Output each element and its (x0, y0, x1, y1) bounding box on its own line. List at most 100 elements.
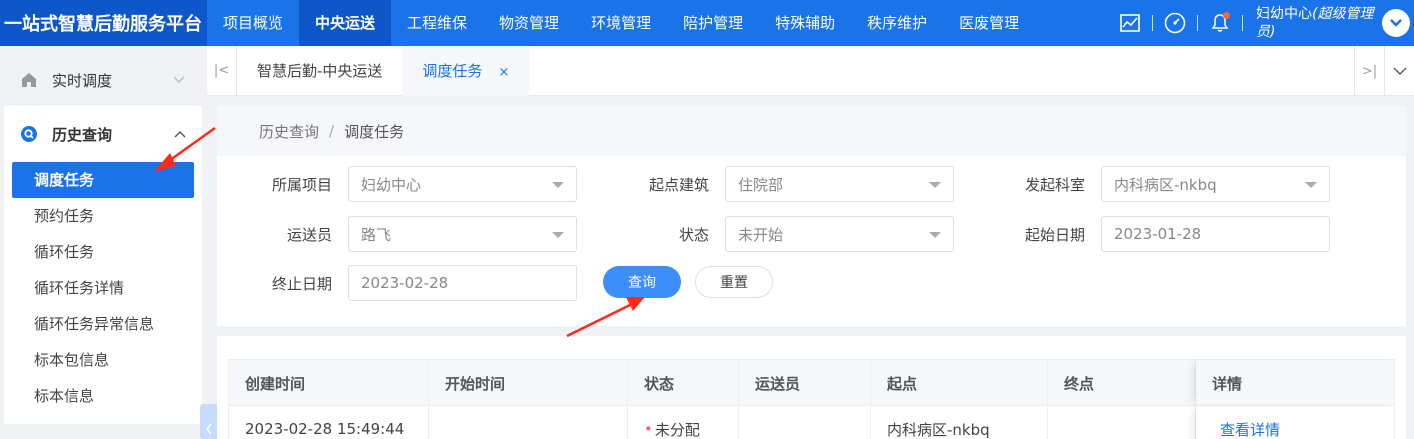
caret-down-icon (1305, 182, 1317, 188)
building-select[interactable]: 住院部 (725, 166, 954, 202)
top-right-tools: 妇幼中心(超级管理员) (1119, 0, 1414, 46)
sidebar-item-cyclic-tasks[interactable]: 循环任务 (4, 234, 202, 270)
nav-item-overview[interactable]: 项目概览 (207, 0, 299, 46)
col-origin: 起点 (871, 360, 1048, 406)
cell-destination (1048, 406, 1196, 439)
start-date-value: 2023-01-28 (1114, 225, 1202, 243)
bell-icon[interactable] (1209, 12, 1231, 34)
tabs-menu-chevron-down-icon[interactable] (1384, 46, 1414, 96)
department-select[interactable]: 内科病区-nkbq (1101, 166, 1330, 202)
nav-item-medical-waste[interactable]: 医废管理 (943, 0, 1035, 46)
department-value: 内科病区-nkbq (1114, 175, 1217, 194)
sidebar-group-label: 实时调度 (52, 71, 113, 90)
notification-dot (1223, 12, 1230, 19)
col-status: 状态 (628, 360, 739, 406)
breadcrumb-current: 调度任务 (344, 122, 405, 141)
nav-item-environment[interactable]: 环境管理 (575, 0, 667, 46)
dashboard-icon[interactable] (1164, 12, 1186, 34)
sidebar-item-cyclic-task-details[interactable]: 循环任务详情 (4, 270, 202, 306)
close-icon[interactable]: × (498, 65, 509, 80)
brand-title: 一站式智慧后勤服务平台 (0, 0, 207, 46)
nav-item-engineering[interactable]: 工程维保 (391, 0, 483, 46)
cell-porter (739, 406, 871, 439)
tab-central-transport[interactable]: 智慧后勤-中央运送 (237, 46, 402, 96)
cell-origin: 内科病区-nkbq (871, 406, 1048, 439)
caret-down-icon (552, 232, 564, 238)
col-created: 创建时间 (229, 360, 429, 406)
query-button[interactable]: 查询 (603, 266, 681, 298)
nav-item-special-assist[interactable]: 特殊辅助 (759, 0, 851, 46)
filter-start-date: 起始日期 2023-01-28 (986, 216, 1330, 252)
table-header: 创建时间 开始时间 状态 运送员 起点 终点 详情 (229, 360, 1394, 406)
chart-icon[interactable] (1119, 12, 1141, 34)
end-date-input[interactable]: 2023-02-28 (348, 265, 577, 301)
sidebar-group-history[interactable]: 历史查询 (4, 106, 202, 162)
divider (1197, 15, 1198, 31)
status-select[interactable]: 未开始 (725, 216, 954, 252)
sidebar-item-cyclic-task-exceptions[interactable]: 循环任务异常信息 (4, 306, 202, 342)
status-label: 状态 (678, 225, 709, 244)
nav-item-materials[interactable]: 物资管理 (483, 0, 575, 46)
start-date-input[interactable]: 2023-01-28 (1101, 216, 1330, 252)
cell-created: 2023-02-28 15:49:44 (229, 406, 429, 439)
main-nav: 项目概览 中央运送 工程维保 物资管理 环境管理 陪护管理 特殊辅助 秩序维护 … (207, 0, 1035, 46)
project-value: 妇幼中心 (361, 175, 422, 194)
project-select[interactable]: 妇幼中心 (348, 166, 577, 202)
col-porter: 运送员 (739, 360, 871, 406)
chevron-down-icon (1390, 19, 1402, 27)
breadcrumb: 历史查询 / 调度任务 (217, 106, 1406, 156)
cell-status: • 未分配 (628, 406, 739, 439)
col-started: 开始时间 (429, 360, 628, 406)
filter-panel: 历史查询 / 调度任务 所属项目 妇幼中心 起点建筑 住院部 发起科室 内科病区… (217, 106, 1406, 326)
view-detail-link[interactable]: 查看详情 (1220, 419, 1280, 439)
cell-detail: 查看详情 (1196, 406, 1394, 439)
status-value: 未开始 (738, 225, 784, 244)
filter-end-date: 终止日期 2023-02-28 (233, 265, 577, 301)
nav-item-central-transport[interactable]: 中央运送 (299, 0, 392, 46)
sidebar-item-specimen-packages[interactable]: 标本包信息 (4, 342, 202, 378)
sidebar-item-reserved-tasks[interactable]: 预约任务 (4, 198, 202, 234)
department-label: 发起科室 (1024, 175, 1085, 194)
building-value: 住院部 (738, 175, 784, 194)
reset-button[interactable]: 重置 (695, 266, 773, 298)
chevron-up-icon (174, 131, 186, 138)
breadcrumb-parent[interactable]: 历史查询 (259, 121, 319, 142)
table-panel: 创建时间 开始时间 状态 运送员 起点 终点 详情 2023-02-28 15:… (217, 336, 1406, 439)
sidebar-item-dispatch-tasks[interactable]: 调度任务 (12, 162, 194, 198)
user-label: 妇幼中心 (1256, 6, 1312, 22)
caret-down-icon (929, 232, 941, 238)
col-destination: 终点 (1048, 360, 1196, 406)
nav-item-order[interactable]: 秩序维护 (851, 0, 943, 46)
caret-down-icon (552, 182, 564, 188)
end-date-value: 2023-02-28 (361, 274, 449, 292)
home-icon (22, 73, 36, 87)
nav-item-escort[interactable]: 陪护管理 (667, 0, 759, 46)
end-date-label: 终止日期 (271, 274, 332, 293)
start-date-label: 起始日期 (1024, 225, 1085, 244)
table-row: 2023-02-28 15:49:44 • 未分配 内科病区-nkbq 查看详情 (229, 406, 1394, 439)
tabs-scroll-left-icon[interactable]: |< (207, 45, 237, 96)
porter-select[interactable]: 路飞 (348, 216, 577, 252)
divider (1152, 15, 1153, 31)
sidebar-history-box: 历史查询 调度任务 预约任务 循环任务 循环任务详情 循环任务异常信息 标本包信… (4, 106, 202, 424)
filter-department: 发起科室 内科病区-nkbq (986, 166, 1330, 202)
chevron-down-icon (173, 76, 185, 83)
tab-dispatch-tasks[interactable]: 调度任务 × (402, 45, 530, 96)
caret-down-icon (929, 182, 941, 188)
search-icon (21, 126, 37, 142)
tabs-scroll-right-icon[interactable]: >| (1354, 46, 1384, 96)
sidebar: 实时调度 历史查询 调度任务 预约任务 循环任务 循环任务详情 循环任务异常信息… (0, 46, 207, 439)
user-menu-button[interactable] (1382, 9, 1410, 37)
tabs-right-controls: >| (1354, 46, 1414, 96)
sidebar-collapse-handle[interactable] (200, 404, 218, 439)
sidebar-group-label: 历史查询 (52, 125, 113, 144)
user-name[interactable]: 妇幼中心(超级管理员) (1256, 5, 1376, 41)
tab-label: 调度任务 (422, 61, 483, 80)
filter-status: 状态 未开始 (610, 216, 954, 252)
porter-value: 路飞 (361, 225, 392, 244)
filter-building: 起点建筑 住院部 (610, 166, 954, 202)
sidebar-item-specimens[interactable]: 标本信息 (4, 378, 202, 414)
porter-label: 运送员 (286, 225, 332, 244)
task-table: 创建时间 开始时间 状态 运送员 起点 终点 详情 2023-02-28 15:… (228, 359, 1395, 439)
sidebar-group-realtime[interactable]: 实时调度 (0, 52, 207, 108)
